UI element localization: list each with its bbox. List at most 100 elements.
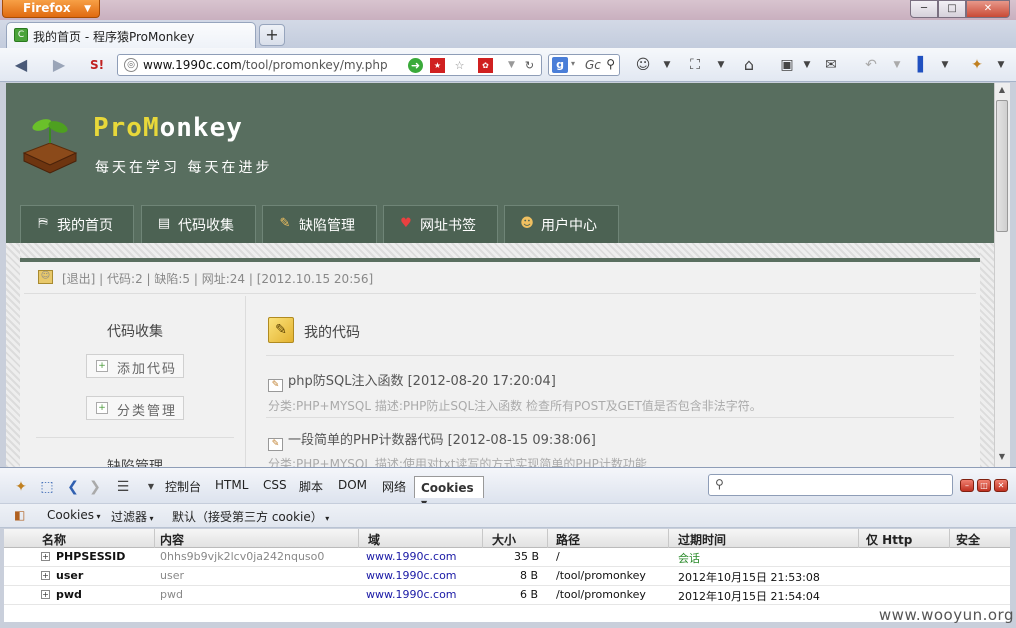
user-info-bar: ☺ [退出] | 代码:2 | 缺陷:5 | 网址:24 | [2012.10.… — [24, 262, 976, 294]
tab-css[interactable]: CSS — [263, 478, 287, 492]
column-header-content[interactable]: 内容 — [160, 531, 184, 548]
tab-html[interactable]: HTML — [215, 478, 248, 492]
reload-icon[interactable]: ↻ — [522, 58, 537, 73]
menu-bugs[interactable]: ✎ 缺陷管理 — [262, 205, 377, 243]
column-divider[interactable] — [358, 529, 359, 548]
column-header-expires[interactable]: 过期时间 — [678, 531, 726, 548]
button-label: 分类管理 — [117, 404, 178, 419]
menu-bookmarks[interactable]: ♥ 网址书签 — [383, 205, 498, 243]
maximize-button[interactable]: □ — [938, 0, 966, 18]
tab-net[interactable]: 网络 — [382, 478, 406, 495]
addon-badge-icon[interactable]: ☺ — [632, 55, 654, 75]
screenshot-icon[interactable]: ⛶ — [684, 55, 706, 75]
minimize-panel-icon[interactable]: – — [960, 479, 974, 492]
minimize-button[interactable]: ─ — [910, 0, 938, 18]
menu-label: 我的首页 — [57, 218, 113, 234]
url-bar[interactable]: ◎ www.1990c.com/tool/promonkey/my.php ➜ … — [117, 54, 542, 76]
expand-icon[interactable]: + — [41, 590, 50, 599]
column-divider[interactable] — [858, 529, 859, 548]
firebug-icon[interactable]: ✦ — [10, 477, 32, 497]
mail-icon[interactable]: ✉ — [820, 55, 842, 75]
close-panel-icon[interactable]: ✕ — [994, 479, 1008, 492]
column-header-domain[interactable]: 域 — [368, 531, 380, 548]
forward-arrow-icon[interactable]: ▶ — [48, 55, 70, 75]
user-card-icon: ☺ — [38, 270, 53, 284]
column-header-name[interactable]: 名称 — [42, 531, 66, 548]
firebug-search-input[interactable]: ⚲ — [708, 474, 953, 496]
undo-icon[interactable]: ↶ — [860, 55, 882, 75]
cookie-table-header: 名称 内容 域 大小 路径 过期时间 仅 Http 安全 — [4, 529, 1010, 548]
firefox-menu-button[interactable]: Firefox ▼ — [2, 0, 100, 18]
search-box[interactable]: g ▾ Gc ⚲ — [548, 54, 620, 76]
column-header-httponly[interactable]: 仅 Http — [866, 531, 912, 548]
code-item-title[interactable]: ✎ php防SQL注入函数 [2012-08-20 17:20:04] — [268, 370, 556, 392]
menu-home[interactable]: ⛿ 我的首页 — [20, 205, 134, 243]
notepad-icon: ▤ — [157, 216, 171, 231]
flag-icon: ★ — [430, 58, 445, 73]
search-icon[interactable]: ⚲ — [606, 57, 615, 71]
chevron-down-icon[interactable]: ▼ — [140, 477, 162, 497]
google-icon[interactable]: g — [552, 57, 568, 73]
tab-console[interactable]: 控制台 — [165, 478, 201, 495]
tab-cookies[interactable]: Cookies ▼ — [414, 476, 484, 508]
code-item-title-text: 一段简单的PHP计数器代码 [2012-08-15 09:38:06] — [288, 433, 596, 448]
back-arrow-icon[interactable]: ❮ — [62, 477, 84, 497]
go-arrow-icon[interactable]: ➜ — [408, 58, 423, 73]
column-header-path[interactable]: 路径 — [556, 531, 580, 548]
column-divider[interactable] — [668, 529, 669, 548]
cookies-menu[interactable]: Cookies ▾ — [47, 508, 101, 522]
addon-s-icon[interactable]: S! — [86, 55, 108, 75]
cookie-row[interactable]: + user user www.1990c.com 8 B /tool/prom… — [4, 567, 1010, 586]
chevron-down-icon[interactable]: ▼ — [990, 55, 1012, 75]
divider — [36, 437, 234, 438]
scroll-down-icon[interactable]: ▼ — [996, 452, 1008, 466]
inspect-icon[interactable]: ⬚ — [36, 477, 58, 497]
cookie-policy-menu[interactable]: 默认（接受第三方 cookie） ▾ — [172, 508, 329, 525]
chevron-down-icon[interactable]: ▼ — [796, 55, 818, 75]
add-code-button[interactable]: + 添加代码 — [86, 354, 184, 378]
cookie-row[interactable]: + PHPSESSID 0hhs9b9vjk2lcv0ja242nquso0 w… — [4, 548, 1010, 567]
filter-menu-label: 过滤器 — [111, 510, 148, 524]
addon-bar-icon[interactable]: ▌ — [912, 55, 934, 75]
tab-dom[interactable]: DOM — [338, 478, 367, 492]
column-header-size[interactable]: 大小 — [492, 531, 516, 548]
url-text: www.1990c.com/tool/promonkey/my.php — [143, 58, 388, 72]
back-arrow-icon[interactable]: ◀ — [10, 55, 32, 75]
scroll-up-icon[interactable]: ▲ — [996, 85, 1008, 99]
detach-panel-icon[interactable]: ◫ — [977, 479, 991, 492]
tab-script[interactable]: 脚本 — [299, 478, 323, 495]
scrollbar-thumb[interactable] — [996, 100, 1008, 232]
column-divider[interactable] — [154, 529, 155, 548]
tab-active[interactable]: C 我的首页 - 程序猿ProMonkey — [6, 22, 256, 49]
cookie-jar-icon: ◧ — [14, 508, 26, 522]
menu-user-center[interactable]: ☻ 用户中心 — [504, 205, 619, 243]
menu-lines-icon[interactable]: ☰ — [112, 477, 134, 497]
search-icon: ⚲ — [715, 477, 724, 491]
chevron-down-icon[interactable]: ▼ — [934, 55, 956, 75]
user-stats-text[interactable]: [退出] | 代码:2 | 缺陷:5 | 网址:24 | [2012.10.15… — [62, 272, 373, 286]
column-divider[interactable] — [547, 529, 548, 548]
close-button[interactable]: ✕ — [966, 0, 1010, 18]
menu-code[interactable]: ▤ 代码收集 — [141, 205, 256, 243]
column-divider[interactable] — [482, 529, 483, 548]
category-manage-button[interactable]: + 分类管理 — [86, 396, 184, 420]
column-divider[interactable] — [949, 529, 950, 548]
expand-icon[interactable]: + — [41, 552, 50, 561]
filter-menu[interactable]: 过滤器 ▾ — [111, 508, 154, 525]
column-header-secure[interactable]: 安全 — [956, 531, 980, 548]
star-icon[interactable]: ☆ — [452, 58, 467, 73]
dropdown-arrow-icon[interactable]: ▼ — [504, 58, 519, 73]
cookie-name: PHPSESSID — [56, 550, 126, 563]
home-icon[interactable]: ⌂ — [738, 55, 760, 75]
forward-arrow-icon[interactable]: ❯ — [84, 477, 106, 497]
firebug-icon[interactable]: ✦ — [966, 55, 988, 75]
chevron-down-icon[interactable]: ▼ — [710, 55, 732, 75]
search-placeholder: Gc — [585, 58, 601, 72]
chevron-down-icon[interactable]: ▼ — [656, 55, 678, 75]
cookie-row[interactable]: + pwd pwd www.1990c.com 6 B /tool/promon… — [4, 586, 1010, 605]
bookmarks-icon[interactable]: ▣ — [776, 55, 798, 75]
chevron-down-icon[interactable]: ▼ — [886, 55, 908, 75]
code-item-title[interactable]: ✎ 一段简单的PHP计数器代码 [2012-08-15 09:38:06] — [268, 429, 596, 451]
new-tab-button[interactable]: + — [259, 24, 285, 46]
expand-icon[interactable]: + — [41, 571, 50, 580]
